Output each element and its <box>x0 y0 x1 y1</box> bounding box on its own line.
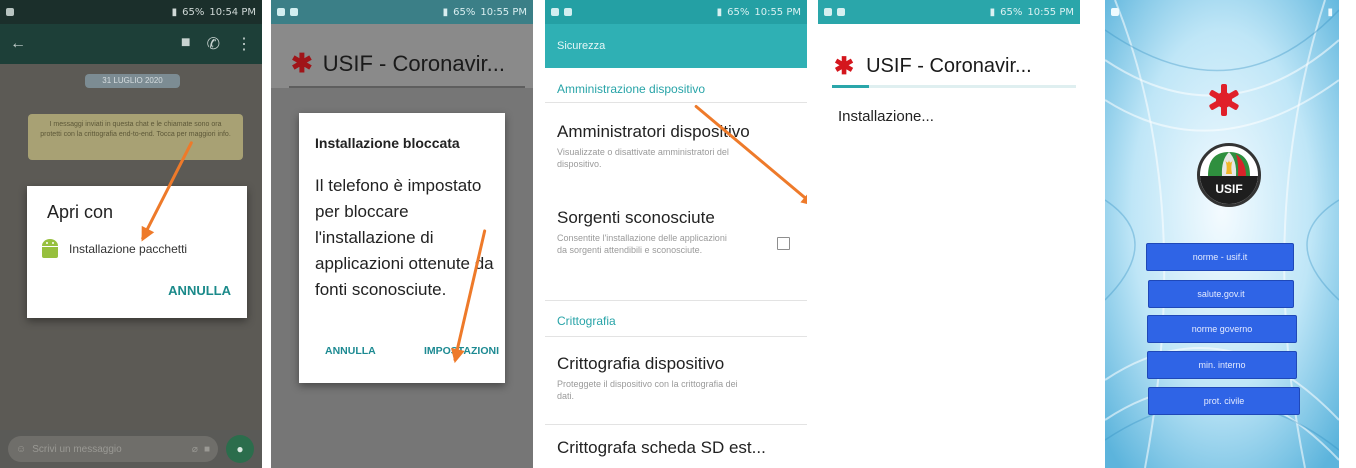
section-device-admin: Amministrazione dispositivo <box>557 82 706 96</box>
nav-button-5[interactable]: prot. civile <box>1148 387 1300 415</box>
back-arrow-icon[interactable]: ← <box>10 35 26 53</box>
setting-title: Crittografia dispositivo <box>557 354 725 373</box>
section-encryption: Crittografia <box>557 314 616 328</box>
cancel-button[interactable]: ANNULLA <box>325 345 376 357</box>
notification-icon <box>551 8 559 16</box>
notification-icon <box>564 8 572 16</box>
open-with-dialog: Apri con Installazione pacchetti ANNULLA <box>27 186 247 318</box>
app-title: ✱ USIF - Coronavir... <box>834 52 1032 81</box>
panel-security-settings: ▮ 65% 10:55 PM Sicurezza Amministrazione… <box>545 0 807 468</box>
setting-device-administrators[interactable]: Amministratori dispositivo Visualizzate … <box>545 122 807 170</box>
notification-icon <box>290 8 298 16</box>
status-bar: ▮ 65% 10:54 PM <box>0 0 262 24</box>
setting-title: Amministratori dispositivo <box>557 122 750 141</box>
attach-icon[interactable]: ⌀ <box>192 444 198 455</box>
setting-subtitle: Consentite l'installazione delle applica… <box>557 233 727 255</box>
package-installer-label: Installazione pacchetti <box>69 242 188 256</box>
chat-app-bar: ← ■ ✆ ⋮ <box>0 24 262 64</box>
panel-whatsapp-open-with: ▮ 65% 10:54 PM ← ■ ✆ ⋮ 31 LUGLIO 2020 I … <box>0 0 262 468</box>
notification-icon <box>1111 8 1119 16</box>
notification-icon <box>6 8 14 16</box>
emoji-icon[interactable]: ☺ <box>16 444 26 455</box>
divider <box>545 102 807 103</box>
panel-installing: ▮ 65% 10:55 PM ✱ USIF - Coronavir... Ins… <box>818 0 1080 468</box>
message-input-placeholder: Scrivi un messaggio <box>32 443 122 455</box>
signal-icon: ▮ <box>989 6 996 18</box>
title-divider <box>289 86 525 88</box>
setting-sd-encryption[interactable]: Crittografa scheda SD est... <box>545 438 807 458</box>
setting-subtitle: Proteggete il dispositivo con la crittog… <box>557 379 738 401</box>
microphone-icon[interactable]: ● <box>226 435 254 463</box>
message-input-bar: ☺ Scrivi un messaggio ⌀ ■ ● <box>0 430 262 468</box>
notification-icon <box>837 8 845 16</box>
setting-subtitle: Visualizzate o disattivate amministrator… <box>557 147 729 169</box>
nav-button-1[interactable]: norme - usif.it <box>1146 243 1294 271</box>
divider <box>545 336 807 337</box>
message-input[interactable]: ☺ Scrivi un messaggio ⌀ ■ <box>8 436 218 462</box>
logo-text: USIF <box>1215 182 1242 196</box>
divider <box>545 300 807 301</box>
app-title: ✱ USIF - Coronavir... <box>291 48 505 79</box>
status-bar: ▮ 65% 10:55 PM <box>818 0 1080 24</box>
battery-percent: 65% <box>182 6 205 18</box>
unknown-sources-checkbox[interactable] <box>777 237 790 250</box>
phone-call-icon[interactable]: ✆ <box>207 34 220 54</box>
signal-icon: ▮ <box>716 6 723 18</box>
overflow-menu-icon[interactable]: ⋮ <box>236 34 252 54</box>
status-bar: ▮ <box>1105 0 1339 24</box>
install-progress-fill <box>832 85 869 88</box>
install-blocked-dialog: Installazione bloccata Il telefono è imp… <box>299 113 505 383</box>
battery-percent: 65% <box>727 6 750 18</box>
app-title-text: USIF - Coronavir... <box>322 50 505 76</box>
dialog-title: Installazione bloccata <box>315 135 460 151</box>
dialog-title: Apri con <box>47 202 114 222</box>
install-progress-bar <box>832 85 1076 88</box>
signal-icon: ▮ <box>1327 6 1333 18</box>
setting-device-encryption[interactable]: Crittografia dispositivo Proteggete il d… <box>545 354 807 402</box>
install-status-text: Installazione... <box>838 108 934 125</box>
battery-percent: 65% <box>1000 6 1023 18</box>
status-bar: ▮ 65% 10:55 PM <box>271 0 533 24</box>
signal-icon: ▮ <box>442 6 449 18</box>
usif-logo-icon: ✱ <box>834 53 855 80</box>
date-pill: 31 LUGLIO 2020 <box>85 74 180 88</box>
settings-app-bar: Sicurezza <box>545 24 807 68</box>
cancel-button[interactable]: ANNULLA <box>168 283 231 298</box>
nav-button-3[interactable]: norme governo <box>1147 315 1297 343</box>
notification-icon <box>277 8 285 16</box>
panel-usif-home: ▮ USIF norme - usif.it salute.gov.it norme… <box>1105 0 1339 468</box>
battery-percent: 65% <box>453 6 476 18</box>
status-time: 10:54 PM <box>209 6 256 18</box>
red-star-logo-icon <box>1209 84 1239 116</box>
notification-icon <box>824 8 832 16</box>
android-icon <box>42 239 58 258</box>
divider <box>545 424 807 425</box>
signal-icon: ▮ <box>171 6 178 18</box>
dialog-message: Il telefono è impostato per bloccare l'i… <box>315 176 494 299</box>
usif-logo: USIF <box>1197 143 1261 207</box>
status-time: 10:55 PM <box>1027 6 1074 18</box>
setting-title: Crittografa scheda SD est... <box>557 438 766 457</box>
video-call-icon[interactable]: ■ <box>181 34 191 54</box>
status-bar: ▮ 65% 10:55 PM <box>545 0 807 24</box>
encryption-notice[interactable]: I messaggi inviati in questa chat e le c… <box>28 114 243 160</box>
setting-title: Sorgenti sconosciute <box>557 208 715 227</box>
panel-install-blocked: ▮ 65% 10:55 PM ✱ USIF - Coronavir... Ins… <box>271 0 533 468</box>
camera-icon[interactable]: ■ <box>204 444 210 455</box>
usif-logo-icon: ✱ <box>291 48 313 78</box>
setting-unknown-sources[interactable]: Sorgenti sconosciute Consentite l'instal… <box>545 208 807 256</box>
nav-button-2[interactable]: salute.gov.it <box>1148 280 1294 308</box>
status-time: 10:55 PM <box>480 6 527 18</box>
app-title-text: USIF - Coronavir... <box>866 55 1032 77</box>
nav-button-4[interactable]: min. interno <box>1147 351 1297 379</box>
status-time: 10:55 PM <box>754 6 801 18</box>
usif-emblem-icon: USIF <box>1200 152 1258 204</box>
